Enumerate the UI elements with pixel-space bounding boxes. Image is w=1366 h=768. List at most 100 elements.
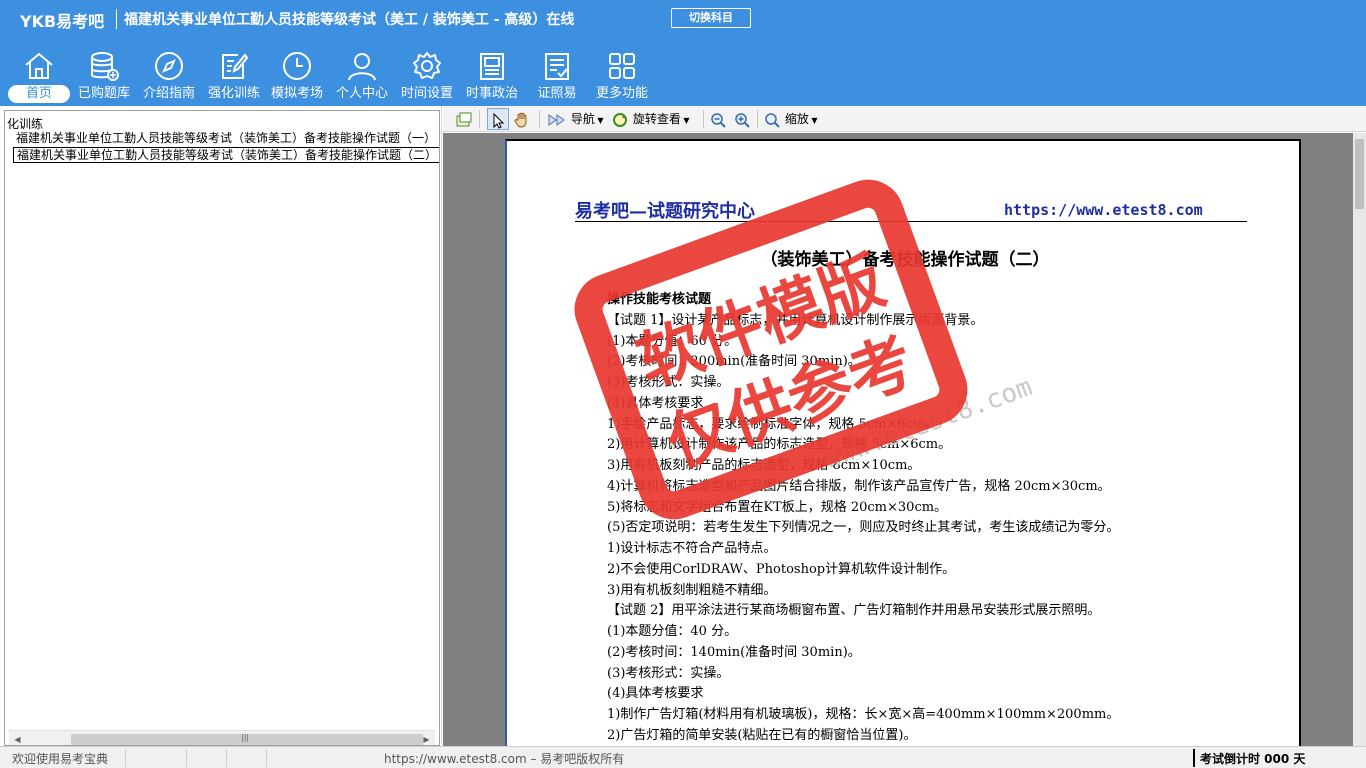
- document-line: (2)考核时间：200min(准备时间 30min)。: [607, 354, 861, 370]
- cursor-icon: [493, 112, 505, 129]
- status-welcome: 欢迎使用易考宝典: [12, 752, 109, 766]
- thumbnail-icon: [456, 112, 472, 126]
- status-divider: [1193, 749, 1195, 767]
- home-icon: [25, 52, 53, 79]
- vertical-scrollbar[interactable]: [1353, 133, 1366, 746]
- document-line: (2)考核时间：140min(准备时间 30min)。: [607, 644, 861, 660]
- nav-label: 证照易: [537, 86, 577, 101]
- nav-label: 强化训练: [207, 86, 260, 101]
- nav-home[interactable]: 首页: [8, 46, 70, 106]
- certificate-icon: [545, 53, 569, 80]
- rotate-view-dropdown[interactable]: 旋转查看 ▼: [611, 108, 690, 130]
- document-line: 3)用有机板刻制产品的标志造型，规格 8cm×10cm。: [607, 458, 921, 473]
- document-line: 2)广告灯箱的简单安装(粘贴在已有的橱窗恰当位置)。: [607, 727, 917, 743]
- database-icon: [91, 52, 119, 81]
- tree-root-label: 化训练: [7, 117, 44, 131]
- document-line: 3)用有机板刻制粗糙不精细。: [607, 582, 777, 598]
- thumbnail-button[interactable]: [455, 108, 475, 130]
- document-header-rule: [575, 221, 1247, 222]
- nav-label: 模拟考场: [270, 86, 323, 101]
- scroll-thumb[interactable]: |||: [71, 733, 423, 745]
- zoom-in-button[interactable]: [733, 108, 753, 130]
- horizontal-scrollbar[interactable]: ◀ ||| ▶: [9, 730, 435, 745]
- switch-subject-button[interactable]: 切换科目: [671, 8, 751, 28]
- zoom-out-button[interactable]: [709, 108, 729, 130]
- document-line: 5)将标志和文字组合布置在KT板上，规格 20cm×30cm。: [607, 499, 948, 515]
- nav-label: 时间设置: [400, 86, 453, 101]
- zoom-dropdown[interactable]: 缩放 ▼: [763, 108, 818, 130]
- navigation-dropdown[interactable]: 导航 ▼: [547, 108, 604, 130]
- status-divider: [186, 749, 187, 767]
- document-line: 1)制作广告灯箱(材料用有机玻璃板)，规格：长×宽×高=400mm×100mm×…: [607, 707, 1120, 722]
- zoom-in-icon: [735, 112, 750, 128]
- brand-logo: YKB易考吧: [20, 12, 105, 31]
- nav-more-features[interactable]: 更多功能: [591, 46, 653, 106]
- tree-view[interactable]: 化训练 福建机关事业单位工勤人员技能等级考试（装饰美工）备考技能操作试题（一） …: [4, 110, 440, 746]
- document-line: (4)具体考核要求: [607, 686, 704, 702]
- nav-current-affairs[interactable]: 时事政治: [461, 46, 523, 106]
- zoom-out-icon: [711, 112, 726, 128]
- left-panel: 化训练 福建机关事业单位工勤人员技能等级考试（装饰美工）备考技能操作试题（一） …: [0, 106, 442, 746]
- exam-title: 福建机关事业单位工勤人员技能等级考试（美工 / 装饰美工 - 高级）在线: [124, 12, 575, 28]
- document-line: 2)用计算机设计制作该产品的标志造型，规格 5cm×6cm。: [607, 437, 952, 453]
- scroll-grip: |||: [241, 733, 250, 742]
- document-line: 【试题 1】设计某产品标志，并用计算机设计制作展示版面背景。: [607, 312, 984, 328]
- status-divider: [266, 749, 267, 767]
- document-line: (1)本题分值：40 分。: [607, 624, 738, 639]
- nav-label: 更多功能: [595, 86, 648, 101]
- exam-countdown: 考试倒计时 000 天: [1200, 752, 1306, 766]
- scroll-left-icon[interactable]: ◀: [9, 731, 26, 745]
- toolbar-divider: [539, 110, 540, 128]
- document-viewer[interactable]: 易考吧—试题研究中心 https://www.etest8.com （装饰美工）…: [443, 133, 1366, 746]
- user-icon: [348, 53, 376, 81]
- nav-label: 首页: [8, 85, 70, 103]
- brand-divider: [116, 9, 117, 29]
- compass-icon: [155, 52, 183, 80]
- nav-certificate[interactable]: 证照易: [526, 46, 588, 106]
- document-line: 操作技能考核试题: [607, 292, 712, 307]
- gear-icon: [413, 52, 441, 79]
- document-line: (3)考核形式：实操。: [607, 665, 730, 681]
- tree-item-exam-2[interactable]: 福建机关事业单位工勤人员技能等级考试（装饰美工）备考技能操作试题（二）: [13, 147, 439, 163]
- magnifier-icon: [765, 112, 780, 128]
- toolbar-divider: [703, 110, 704, 128]
- document-header-brand: 易考吧—试题研究中心: [575, 201, 755, 222]
- rotate-icon: [613, 112, 627, 127]
- status-divider: [125, 749, 126, 767]
- document-line: (3)考核形式：实操。: [607, 375, 730, 390]
- document-line: (5)否定项说明：若考生发生下列情况之一，则应及时终止其考试，考生该成绩记为零分…: [607, 520, 1120, 536]
- document-line: 1)设计标志不符合产品特点。: [607, 541, 777, 556]
- navigation-label: 导航: [570, 112, 595, 126]
- nav-guide[interactable]: 介绍指南: [138, 46, 200, 106]
- nav-label: 个人中心: [335, 86, 388, 101]
- news-icon: [480, 53, 504, 80]
- scroll-right-icon[interactable]: ▶: [418, 731, 435, 745]
- vertical-scroll-thumb[interactable]: [1355, 139, 1364, 209]
- nav-label: 介绍指南: [142, 86, 195, 101]
- toolbar-divider: [479, 110, 480, 128]
- document-line: (1)本题分值：60 分。: [607, 333, 738, 349]
- nav-time-settings[interactable]: 时间设置: [396, 46, 458, 106]
- navigation-icon: [548, 113, 565, 126]
- nav-personal-center[interactable]: 个人中心: [331, 46, 393, 106]
- document-title: （装饰美工）备考技能操作试题（二）: [760, 250, 1050, 270]
- hand-tool-button[interactable]: [513, 108, 533, 130]
- status-bar: 欢迎使用易考宝典 https://www.etest8.com – 易考吧版权所…: [0, 746, 1366, 768]
- nav-training[interactable]: 强化训练: [203, 46, 265, 106]
- document-line: 【试题 2】用平涂法进行某商场橱窗布置、广告灯箱制作并用悬吊安装形式展示照明。: [607, 603, 1101, 619]
- hand-icon: [514, 112, 527, 128]
- rotate-view-label: 旋转查看: [632, 112, 681, 126]
- grid-icon: [609, 53, 635, 79]
- zoom-label: 缩放: [784, 112, 809, 126]
- nav-label: 已购题库: [77, 86, 130, 101]
- nav-purchased-bank[interactable]: 已购题库: [73, 46, 135, 106]
- tree-item-exam-1[interactable]: 福建机关事业单位工勤人员技能等级考试（装饰美工）备考技能操作试题（一）: [13, 131, 439, 147]
- clock-icon: [283, 52, 311, 80]
- app-header: YKB易考吧 福建机关事业单位工勤人员技能等级考试（美工 / 装饰美工 - 高级…: [0, 0, 1366, 106]
- nav-label: 时事政治: [465, 86, 518, 101]
- select-tool-button[interactable]: [487, 108, 509, 130]
- document-page: 易考吧—试题研究中心 https://www.etest8.com （装饰美工）…: [505, 139, 1301, 746]
- nav-mock-exam[interactable]: 模拟考场: [266, 46, 328, 106]
- status-copyright: https://www.etest8.com – 易考吧版权所有: [384, 752, 625, 766]
- edit-icon: [222, 53, 249, 79]
